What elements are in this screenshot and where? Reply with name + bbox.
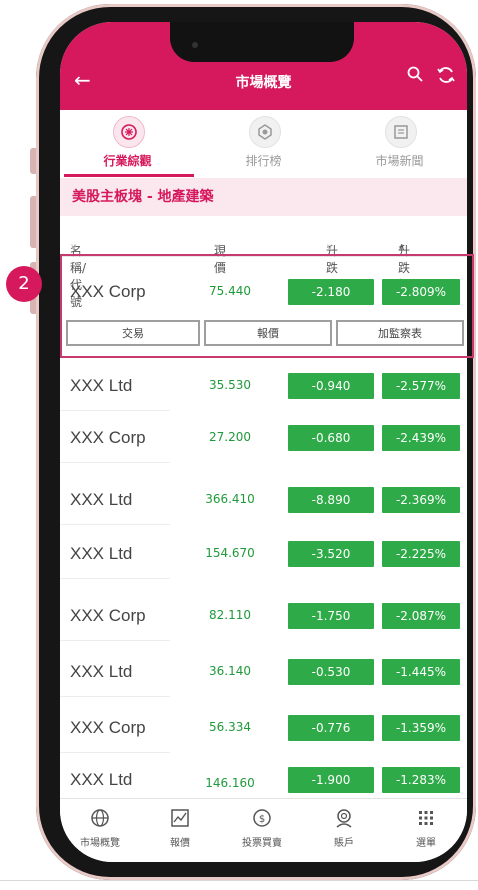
column-header: 名稱/代號 ∨ 現價 ∨ 升跌 ∨ 升跌幅 ∧: [60, 216, 467, 309]
account-icon: [336, 809, 352, 828]
row-divider: [60, 640, 170, 641]
stock-price: 366.410: [205, 492, 255, 506]
active-tab-indicator: [64, 174, 194, 177]
stock-price: 82.110: [209, 608, 251, 622]
nav-label: 市場概覽: [80, 838, 120, 849]
pct-badge: -1.283%: [382, 767, 460, 793]
nav-quote[interactable]: 報價: [140, 807, 220, 849]
chart-icon: [171, 809, 189, 827]
nav-trade[interactable]: $ 投票買賣: [222, 807, 302, 849]
nav-label: 報價: [170, 838, 190, 849]
stock-name: XXX Ltd: [70, 770, 133, 789]
nav-market-overview[interactable]: 市場概覽: [60, 807, 140, 849]
sector-title: 美股主板塊 - 地產建築: [60, 178, 467, 216]
table-row[interactable]: XXX Corp 82.110 -1.750 -2.087%: [60, 592, 467, 642]
highlight-box: [60, 254, 474, 358]
change-badge: -0.530: [288, 659, 374, 685]
step-marker: 2: [6, 266, 42, 302]
stock-name: XXX Corp: [70, 606, 146, 625]
row-divider: [60, 578, 170, 579]
refresh-icon[interactable]: [437, 66, 455, 84]
phone-screen: ← 市場概覽 行業綜觀 排行榜 市場新聞 美股主板塊 - 地產建築 名稱/代號 …: [60, 22, 467, 862]
tab-label: 排行榜: [245, 154, 282, 168]
stock-name: XXX Corp: [70, 718, 146, 737]
tab-industry-overview[interactable]: 行業綜觀: [60, 110, 195, 178]
pct-badge: -1.359%: [382, 715, 460, 741]
bottom-navigation: 市場概覽 報價 $ 投票買賣 賬戶 選單: [60, 798, 467, 862]
row-divider: [60, 696, 170, 697]
search-icon[interactable]: [407, 66, 423, 82]
nav-label: 選單: [416, 838, 436, 849]
pct-badge: -2.577%: [382, 373, 460, 399]
table-row[interactable]: XXX Corp 27.200 -0.680 -2.439%: [60, 414, 467, 464]
camera-icon: [192, 42, 198, 48]
nav-account[interactable]: 賬戶: [304, 807, 384, 849]
change-badge: -0.776: [288, 715, 374, 741]
stock-price: 27.200: [209, 430, 251, 444]
stock-name: XXX Ltd: [70, 662, 133, 681]
change-badge: -8.890: [288, 487, 374, 513]
stock-name: XXX Ltd: [70, 490, 133, 509]
stock-name: XXX Ltd: [70, 376, 133, 395]
stock-price: 146.160: [205, 776, 255, 790]
change-badge: -3.520: [288, 541, 374, 567]
chevron-down-icon: ∨: [326, 242, 334, 253]
globe-icon: [91, 809, 109, 827]
tab-bar: 行業綜觀 排行榜 市場新聞: [60, 110, 467, 178]
table-row[interactable]: XXX Ltd 36.140 -0.530 -1.445%: [60, 648, 467, 698]
table-row[interactable]: XXX Corp 56.334 -0.776 -1.359%: [60, 704, 467, 754]
nav-label: 投票買賣: [242, 838, 282, 849]
table-row[interactable]: XXX Ltd 366.410 -8.890 -2.369%: [60, 476, 467, 526]
industry-icon: [112, 116, 145, 148]
svg-text:$: $: [259, 814, 265, 825]
dollar-icon: $: [253, 809, 271, 827]
pct-badge: -2.439%: [382, 425, 460, 451]
stock-name: XXX Corp: [70, 428, 146, 447]
ranking-icon: [248, 116, 281, 148]
tab-label: 市場新聞: [375, 154, 424, 168]
stock-price: 35.530: [209, 378, 251, 392]
page-bottom-divider: [0, 880, 478, 881]
grid-icon: [419, 811, 433, 825]
table-row[interactable]: XXX Ltd 154.670 -3.520 -2.225%: [60, 530, 467, 580]
nav-label: 賬戶: [334, 838, 354, 849]
nav-menu[interactable]: 選單: [386, 807, 466, 849]
tab-market-news[interactable]: 市場新聞: [332, 110, 467, 178]
chevron-up-icon: ∧: [398, 242, 406, 253]
tab-label: 行業綜觀: [103, 154, 152, 168]
chevron-down-icon: ∨: [214, 242, 222, 253]
news-icon: [384, 116, 417, 148]
page-title: 市場概覽: [235, 75, 292, 91]
row-divider: [60, 752, 170, 753]
pct-badge: -2.087%: [382, 603, 460, 629]
phone-notch: [170, 22, 354, 62]
row-divider: [60, 524, 170, 525]
tab-ranking[interactable]: 排行榜: [196, 110, 331, 178]
change-badge: -0.680: [288, 425, 374, 451]
table-row[interactable]: XXX Ltd 35.530 -0.940 -2.577%: [60, 362, 467, 412]
change-badge: -1.900: [288, 767, 374, 793]
stock-name: XXX Ltd: [70, 544, 133, 563]
row-divider: [60, 462, 170, 463]
change-badge: -0.940: [288, 373, 374, 399]
chevron-down-icon: ∨: [70, 242, 78, 253]
row-divider: [60, 410, 170, 411]
change-badge: -1.750: [288, 603, 374, 629]
stock-price: 36.140: [209, 664, 251, 678]
stock-price: 56.334: [209, 720, 251, 734]
pct-badge: -2.225%: [382, 541, 460, 567]
stock-price: 154.670: [205, 546, 255, 560]
pct-badge: -2.369%: [382, 487, 460, 513]
pct-badge: -1.445%: [382, 659, 460, 685]
